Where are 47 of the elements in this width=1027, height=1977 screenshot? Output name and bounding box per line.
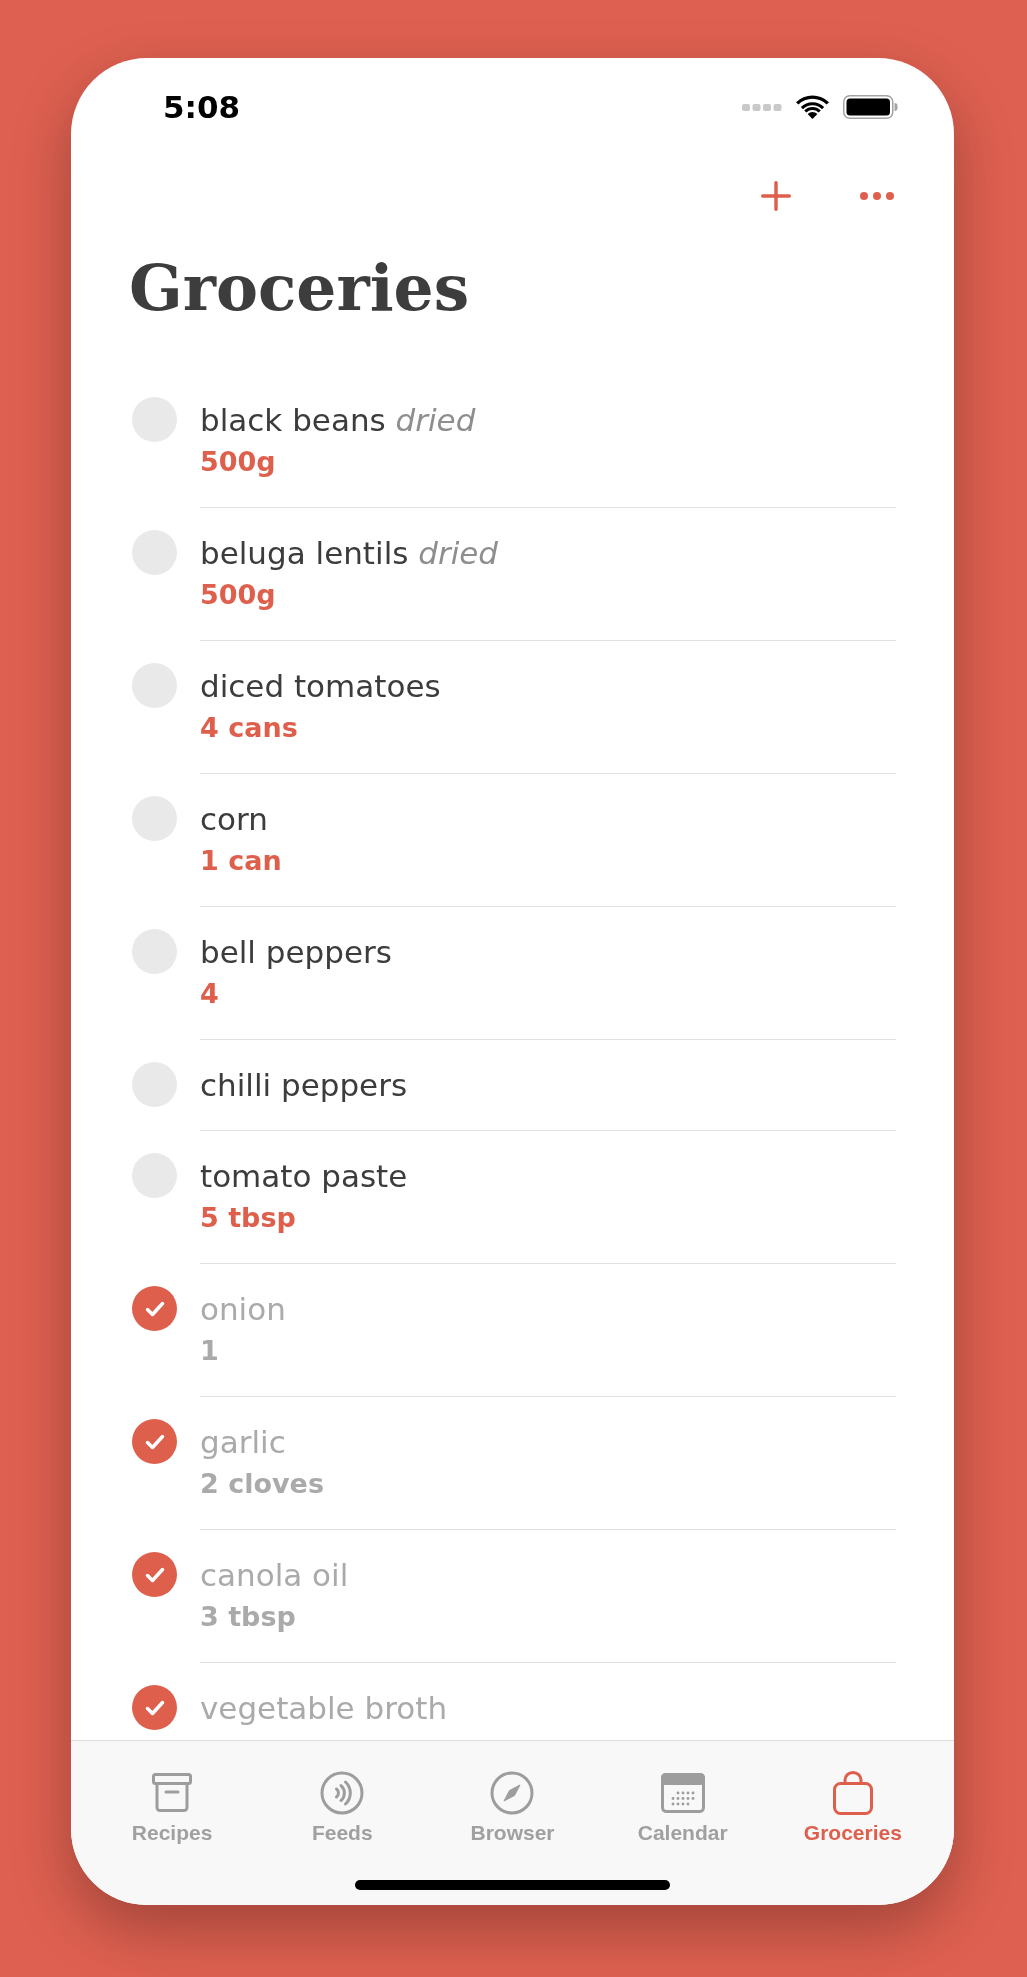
tab[interactable]: Feeds xyxy=(311,1771,373,1845)
archive-box-icon xyxy=(150,1771,195,1815)
signal-dots-icon xyxy=(742,103,782,111)
quantity-text: 3 tbsp xyxy=(200,1600,296,1634)
check-icon xyxy=(144,1300,165,1317)
item-name: tomato paste xyxy=(200,1157,408,1196)
wifi-icon xyxy=(796,95,829,119)
tab[interactable]: Browser xyxy=(470,1771,555,1845)
check-icon xyxy=(144,1699,165,1716)
item-name: canola oil xyxy=(200,1556,349,1595)
item-name: diced tomatoes xyxy=(200,667,441,706)
checkbox[interactable] xyxy=(132,1552,177,1597)
quantity-text: 500g xyxy=(200,445,276,479)
add-button[interactable] xyxy=(761,181,791,211)
quantity-text: 2 cloves xyxy=(200,1467,324,1501)
battery-icon xyxy=(843,95,898,119)
plus-icon xyxy=(761,181,791,211)
check-icon xyxy=(144,1433,165,1450)
item-name: corn xyxy=(200,800,268,839)
check-icon xyxy=(144,1566,165,1583)
status-time: 5:08 xyxy=(163,91,241,123)
tab[interactable]: Calendar xyxy=(637,1771,728,1845)
quantity-text: 1 can xyxy=(200,844,282,878)
ellipsis-icon xyxy=(860,192,894,200)
quantity-text: 1 xyxy=(200,1334,219,1368)
quantity-text: 4 cans xyxy=(200,711,298,745)
item-name: beluga lentils dried xyxy=(200,534,499,573)
tab[interactable]: Groceries xyxy=(803,1771,902,1845)
more-button[interactable] xyxy=(860,192,894,200)
item-name: black beans dried xyxy=(200,401,476,440)
quantity-text: 500g xyxy=(200,578,276,612)
compass-icon xyxy=(490,1771,535,1815)
checkbox[interactable] xyxy=(132,1419,177,1464)
item-name: garlic xyxy=(200,1423,286,1462)
radio-waves-icon xyxy=(320,1771,365,1815)
tab[interactable]: Recipes xyxy=(131,1771,213,1845)
item-name: bell peppers xyxy=(200,933,392,972)
item-name: onion xyxy=(200,1290,286,1329)
checkbox[interactable] xyxy=(132,1685,177,1730)
checkbox[interactable] xyxy=(132,1286,177,1331)
calendar-icon xyxy=(660,1773,705,1813)
quantity-text: 4 xyxy=(200,977,219,1011)
quantity-text: 5 tbsp xyxy=(200,1201,296,1235)
item-name: chilli peppers xyxy=(200,1066,408,1105)
shopping-bag-icon xyxy=(832,1771,873,1815)
item-name: vegetable broth xyxy=(200,1689,448,1728)
page-title: Groceries xyxy=(129,250,470,327)
